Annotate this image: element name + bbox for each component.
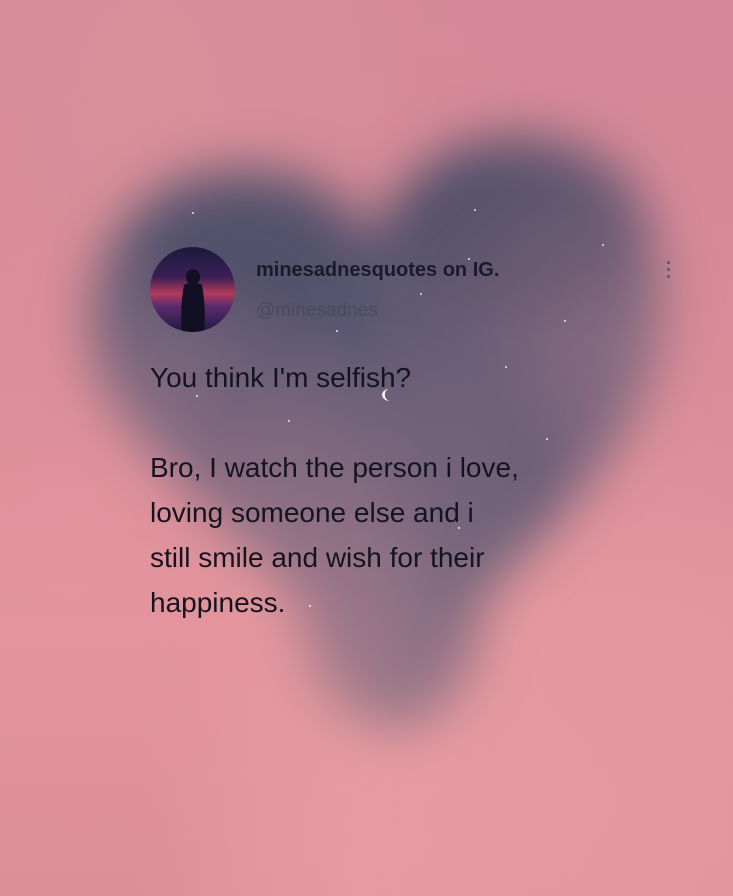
- post-line: happiness.: [150, 587, 286, 618]
- post-line: You think I'm selfish?: [150, 362, 412, 393]
- more-options-icon[interactable]: [664, 261, 672, 285]
- avatar[interactable]: [150, 247, 235, 332]
- silhouette-icon: [181, 269, 205, 332]
- post-text: You think I'm selfish? Bro, I watch the …: [150, 355, 670, 625]
- post-line: Bro, I watch the person i love,: [150, 452, 519, 483]
- post-line: still smile and wish for their: [150, 542, 485, 573]
- display-name[interactable]: minesadnesquotes on IG.: [256, 259, 499, 282]
- user-handle[interactable]: @minesadnes: [256, 300, 378, 322]
- post-line: loving someone else and i: [150, 497, 474, 528]
